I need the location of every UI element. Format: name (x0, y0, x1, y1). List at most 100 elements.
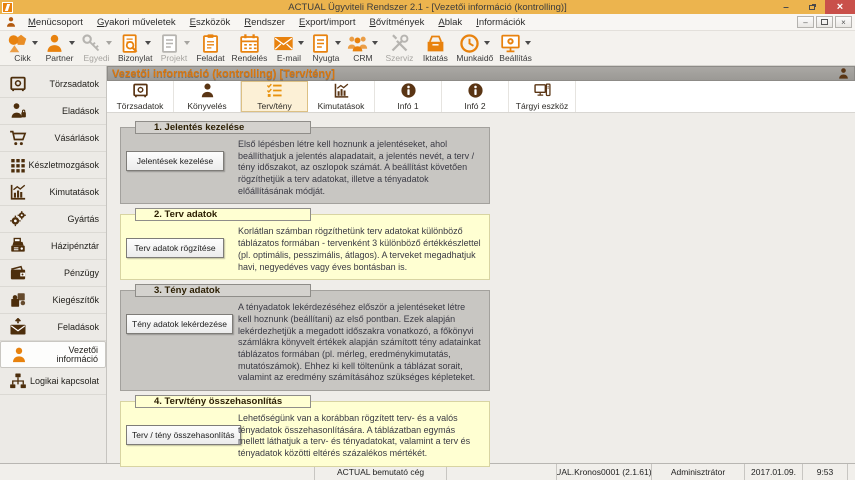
toolbar-item-cikk[interactable]: Cikk (4, 32, 41, 63)
section-title: 4. Terv/tény összehasonlítás (135, 395, 311, 408)
tools-icon (389, 33, 410, 54)
restore-button[interactable] (799, 0, 825, 14)
checklist-icon (266, 82, 283, 99)
section-description: A tényadatok lekérdezéséhez először a je… (238, 302, 483, 384)
toolbar-item-beallitas[interactable]: Beállítás (496, 32, 535, 63)
page-title: Vezetői információ (kontrolling) [Terv/t… (112, 68, 335, 80)
mdi-restore-button[interactable] (816, 16, 833, 28)
people-icon (347, 33, 368, 54)
sidebar-item-eladasok[interactable]: Eladások (0, 98, 106, 125)
safe-icon (9, 75, 27, 93)
sidebar-item-torzsadatok[interactable]: Törzsadatok (0, 71, 106, 98)
mdi-close-button[interactable] (835, 16, 852, 28)
safe-icon (132, 82, 149, 99)
close-button[interactable] (825, 0, 855, 14)
dropdown-arrow-icon[interactable] (372, 41, 378, 45)
restore-icon (809, 5, 815, 10)
dropdown-arrow-icon[interactable] (525, 41, 531, 45)
grid-icon (9, 156, 27, 174)
dropdown-arrow-icon[interactable] (484, 41, 490, 45)
menu-export-import[interactable]: Export/import (292, 15, 363, 30)
status-user: Adminisztrátor (652, 464, 745, 480)
shapes-icon (7, 33, 28, 54)
document-search-icon (120, 33, 141, 54)
mdi-minimize-button[interactable] (797, 16, 814, 28)
org-chart-icon (9, 372, 27, 390)
toolbar-item-feladat[interactable]: Feladat (193, 32, 229, 63)
dropdown-arrow-icon[interactable] (32, 41, 38, 45)
computer-icon (534, 82, 551, 99)
envelope-up-icon (9, 318, 27, 336)
section-terv-adatok: 2. Terv adatok Terv adatok rögzítése Kor… (120, 214, 490, 280)
menu-eszkozok[interactable]: Eszközök (183, 15, 238, 30)
toolbar-item-nyugta[interactable]: Nyugta (307, 32, 344, 63)
bar-chart-icon (9, 183, 27, 201)
tab-targyi-eszkoz[interactable]: Tárgyi eszköz (509, 81, 576, 112)
toolbar-item-rendeles[interactable]: Rendelés (229, 32, 271, 63)
toolbar-item-crm[interactable]: CRM (344, 32, 381, 63)
section-description: Lehetőségünk van a korábban rögzített te… (238, 413, 483, 460)
puzzle-icon (9, 291, 27, 309)
status-date: 2017.01.09. (745, 464, 803, 480)
teny-adatok-lekerdezese-button[interactable]: Tény adatok lekérdezése (126, 314, 233, 334)
person-bag-icon (9, 102, 27, 120)
menu-gyakori-muveletek[interactable]: Gyakori műveletek (90, 15, 183, 30)
wallet-icon (9, 264, 27, 282)
envelope-icon (273, 33, 294, 54)
section-teny-adatok: 3. Tény adatok Tény adatok lekérdezése A… (120, 290, 490, 391)
person-icon (44, 33, 65, 54)
sidebar-item-kiegeszitok[interactable]: Kiegészítők (0, 287, 106, 314)
gears-icon (9, 210, 27, 228)
sidebar-item-logikai-kapcsolat[interactable]: Logikai kapcsolat (0, 368, 106, 395)
monitor-gear-icon (500, 33, 521, 54)
jelentesek-kezelese-button[interactable]: Jelentések kezelése (126, 151, 224, 171)
dropdown-arrow-icon[interactable] (298, 41, 304, 45)
toolbar-item-partner[interactable]: Partner (41, 32, 78, 63)
tab-konyveles[interactable]: Könyvelés (174, 81, 241, 112)
tab-torzsadatok[interactable]: Törzsadatok (107, 81, 174, 112)
person-icon (199, 82, 216, 99)
toolbar-item-munkaido[interactable]: Munkaidő (453, 32, 496, 63)
toolbar-item-email[interactable]: E-mail (270, 32, 307, 63)
sidebar-item-vasarlasok[interactable]: Vásárlások (0, 125, 106, 152)
key-icon (81, 33, 102, 54)
info-icon (400, 82, 417, 99)
cash-register-icon (9, 237, 27, 255)
toolbar-item-iktatas[interactable]: Iktatás (417, 32, 453, 63)
tab-kimutatasok[interactable]: Kimutatások (308, 81, 375, 112)
tab-info-1[interactable]: Infó 1 (375, 81, 442, 112)
clipboard-icon (200, 33, 221, 54)
tabstrip: Törzsadatok Könyvelés Terv/tény Kimutatá… (107, 81, 855, 113)
calendar-icon (239, 33, 260, 54)
menu-bovitmenyek[interactable]: Bővítmények (362, 15, 431, 30)
sidebar-item-feladasok[interactable]: Feladások (0, 314, 106, 341)
toolbar: Cikk Partner Egyedi Bizonylat Projekt Fe… (0, 31, 855, 66)
sidebar-item-kimutatasok[interactable]: Kimutatások (0, 179, 106, 206)
terv-adatok-rogzitese-button[interactable]: Terv adatok rögzítése (126, 238, 224, 258)
dropdown-arrow-icon[interactable] (335, 41, 341, 45)
tab-terv-teny[interactable]: Terv/tény (241, 81, 308, 112)
menu-rendszer[interactable]: Rendszer (237, 15, 292, 30)
status-time: 9:53 (803, 464, 848, 480)
toolbar-item-bizonylat[interactable]: Bizonylat (115, 32, 156, 63)
dropdown-arrow-icon[interactable] (145, 41, 151, 45)
resize-grip[interactable] (848, 464, 855, 480)
terv-teny-osszehasonlitas-button[interactable]: Terv / tény összehasonlítás (126, 425, 241, 445)
dropdown-arrow-icon (106, 41, 112, 45)
toolbar-item-projekt: Projekt (156, 32, 193, 63)
tab-info-2[interactable]: Infó 2 (442, 81, 509, 112)
dropdown-arrow-icon[interactable] (69, 41, 75, 45)
minimize-button[interactable] (773, 0, 799, 14)
sidebar-item-gyartas[interactable]: Gyártás (0, 206, 106, 233)
menu-menucsoport[interactable]: Menücsoport (21, 15, 90, 30)
menu-ablak[interactable]: Ablak (431, 15, 469, 30)
document-icon (159, 33, 180, 54)
sidebar-item-hazipenztar[interactable]: Házipénztár (0, 233, 106, 260)
section-terv-teny-osszehasonlitas: 4. Terv/tény összehasonlítás Terv / tény… (120, 401, 490, 467)
sidebar-item-keszletmozgasok[interactable]: Készletmozgások (0, 152, 106, 179)
menu-informaciok[interactable]: Információk (469, 15, 532, 30)
section-title: 3. Tény adatok (135, 284, 311, 297)
person-icon (10, 346, 28, 364)
sidebar-item-vezetoi-informacio[interactable]: Vezetői információ (0, 341, 106, 368)
sidebar-item-penzugy[interactable]: Pénzügy (0, 260, 106, 287)
